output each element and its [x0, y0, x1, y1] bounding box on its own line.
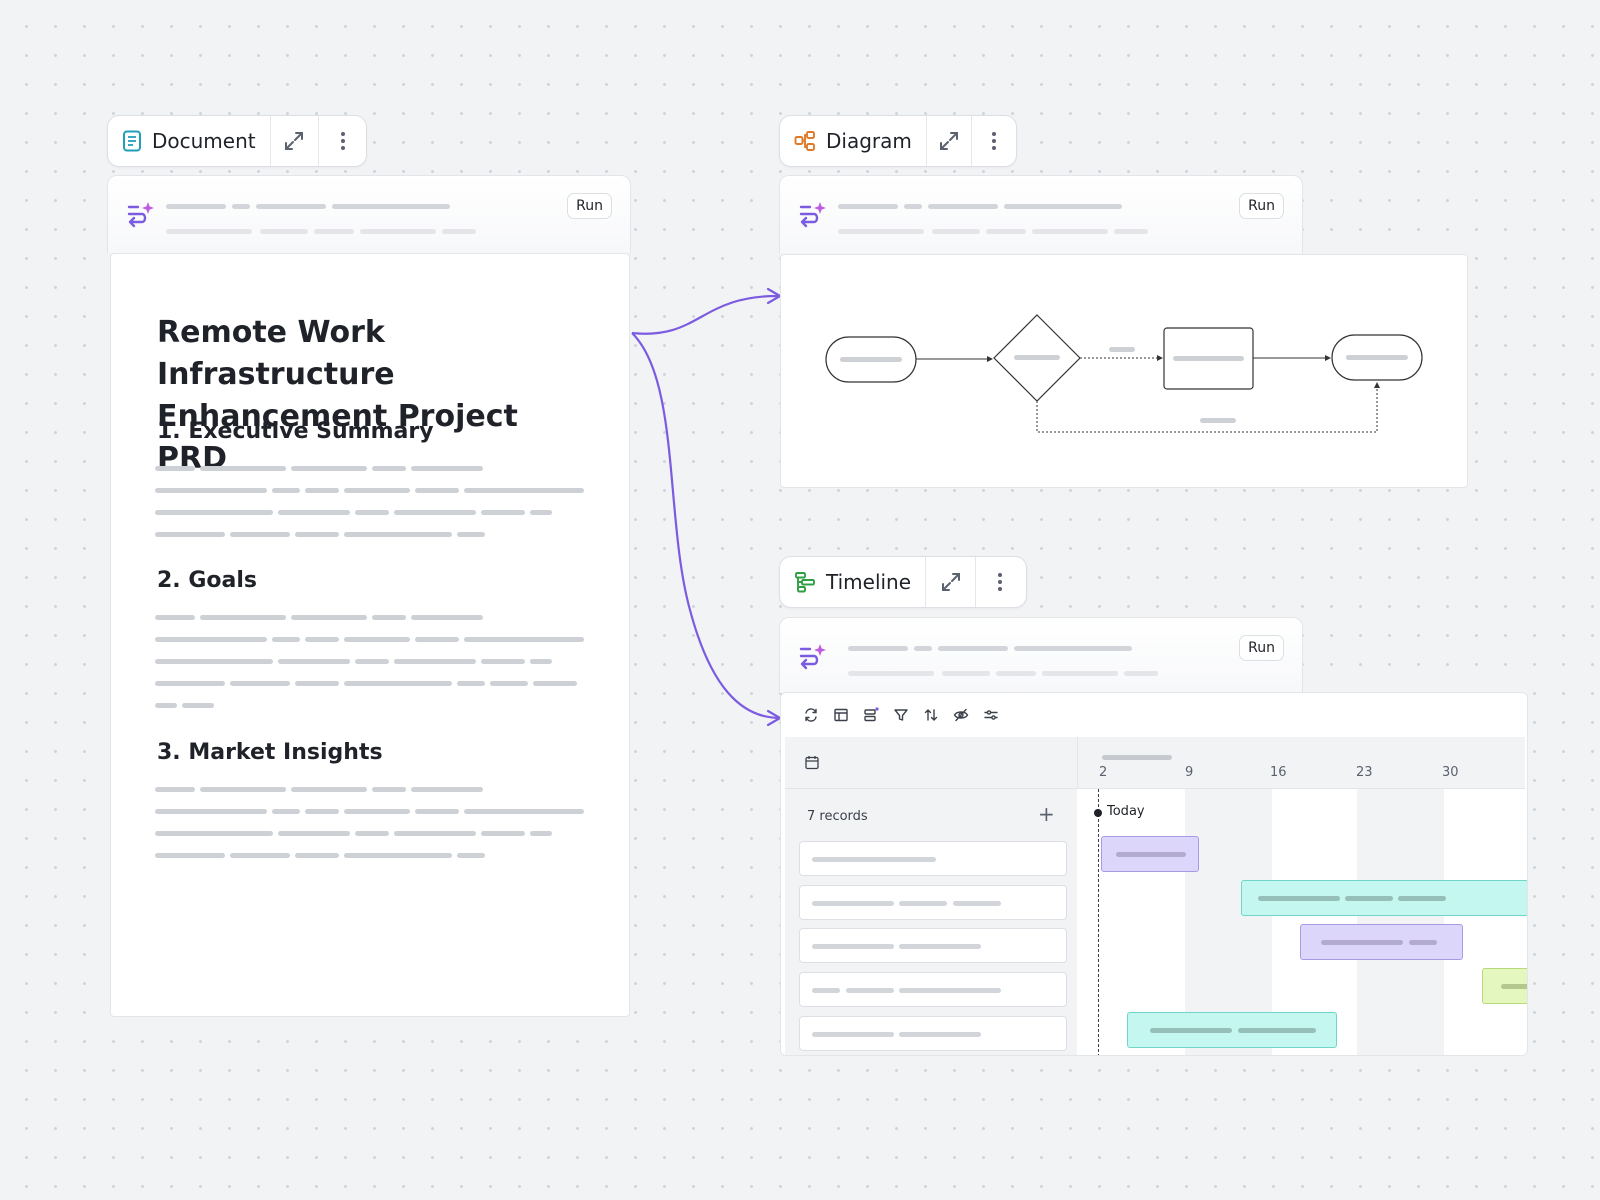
- date-label-2: 2: [1099, 765, 1108, 780]
- expand-icon: [941, 573, 960, 591]
- filter-icon[interactable]: [893, 707, 909, 723]
- document-title[interactable]: Document: [108, 116, 271, 166]
- date-label-16: 16: [1270, 765, 1287, 780]
- ai-workflow-icon: [127, 202, 154, 228]
- date-label-30: 30: [1442, 765, 1459, 780]
- settings-icon[interactable]: [983, 707, 999, 723]
- timeline-more-button[interactable]: [975, 557, 1024, 607]
- section-heading-goals: 2. Goals: [157, 568, 257, 593]
- timeline-header: Timeline: [779, 556, 1027, 608]
- add-record-button[interactable]: +: [1038, 802, 1055, 826]
- document-icon: [123, 130, 141, 152]
- diagram-more-button[interactable]: [971, 116, 1016, 166]
- document-header: Document: [107, 115, 367, 167]
- record-row[interactable]: [799, 972, 1067, 1007]
- timeline-title-label: Timeline: [826, 570, 912, 594]
- record-row[interactable]: [799, 885, 1067, 920]
- document-more-button[interactable]: [318, 116, 366, 166]
- today-label: Today: [1107, 804, 1145, 819]
- calendar-icon[interactable]: [805, 755, 819, 770]
- diagram-title-label: Diagram: [826, 129, 912, 153]
- gantt-bar[interactable]: [1241, 880, 1527, 916]
- timeline-run-button[interactable]: Run: [1239, 635, 1284, 661]
- timeline-header-row: [785, 737, 1525, 789]
- gantt-grid: Today: [1077, 789, 1527, 1055]
- records-pane: 7 records +: [785, 789, 1077, 1055]
- diagram-prompt-bar: Run: [779, 175, 1303, 253]
- sort-icon[interactable]: [923, 707, 939, 723]
- today-dot: [1094, 809, 1102, 817]
- records-count: 7 records: [807, 809, 868, 824]
- layout-icon[interactable]: [833, 707, 849, 723]
- refresh-icon[interactable]: [803, 707, 819, 723]
- record-row[interactable]: [799, 1016, 1067, 1051]
- diagram-icon: [794, 131, 815, 151]
- diagram-header: Diagram: [779, 115, 1017, 167]
- timeline-prompt-bar: Run: [779, 617, 1303, 693]
- diagram-expand-button[interactable]: [927, 116, 972, 166]
- timeline-card: 2 9 16 23 30 7 records + Today: [780, 692, 1528, 1056]
- flowchart: [825, 314, 1423, 433]
- document-title-label: Document: [152, 129, 256, 153]
- date-label-9: 9: [1185, 765, 1194, 780]
- document-heading: Remote Work Infrastructure Enhancement P…: [157, 315, 518, 476]
- diagram-card: [780, 254, 1468, 488]
- diagram-run-button[interactable]: Run: [1239, 193, 1284, 219]
- gantt-bar[interactable]: [1101, 836, 1199, 872]
- hide-icon[interactable]: [953, 707, 969, 723]
- today-line: [1098, 789, 1099, 1055]
- expand-icon: [285, 132, 304, 150]
- ai-workflow-icon: [799, 644, 826, 670]
- gantt-bar[interactable]: [1482, 968, 1527, 1004]
- document-card: Remote Work Infrastructure Enhancement P…: [110, 253, 630, 1017]
- record-row[interactable]: [799, 841, 1067, 876]
- gantt-bar[interactable]: [1300, 924, 1463, 960]
- record-row[interactable]: [799, 928, 1067, 963]
- group-icon[interactable]: [863, 707, 879, 723]
- more-vertical-icon: [998, 573, 1003, 591]
- section-heading-market-insights: 3. Market Insights: [157, 740, 383, 765]
- timeline-expand-button[interactable]: [926, 557, 975, 607]
- expand-icon: [940, 132, 959, 150]
- timeline-icon: [795, 572, 815, 593]
- more-vertical-icon: [340, 132, 345, 150]
- document-run-button[interactable]: Run: [567, 193, 612, 219]
- timeline-toolbar: [803, 707, 999, 723]
- gantt-bar[interactable]: [1127, 1012, 1337, 1048]
- document-prompt-bar: Run: [107, 175, 631, 253]
- timeline-title[interactable]: Timeline: [780, 557, 927, 607]
- date-label-23: 23: [1356, 765, 1373, 780]
- section-heading-executive-summary: 1. Executive Summary: [157, 419, 434, 444]
- diagram-title[interactable]: Diagram: [780, 116, 927, 166]
- more-vertical-icon: [992, 132, 997, 150]
- ai-workflow-icon: [799, 202, 826, 228]
- document-expand-button[interactable]: [271, 116, 319, 166]
